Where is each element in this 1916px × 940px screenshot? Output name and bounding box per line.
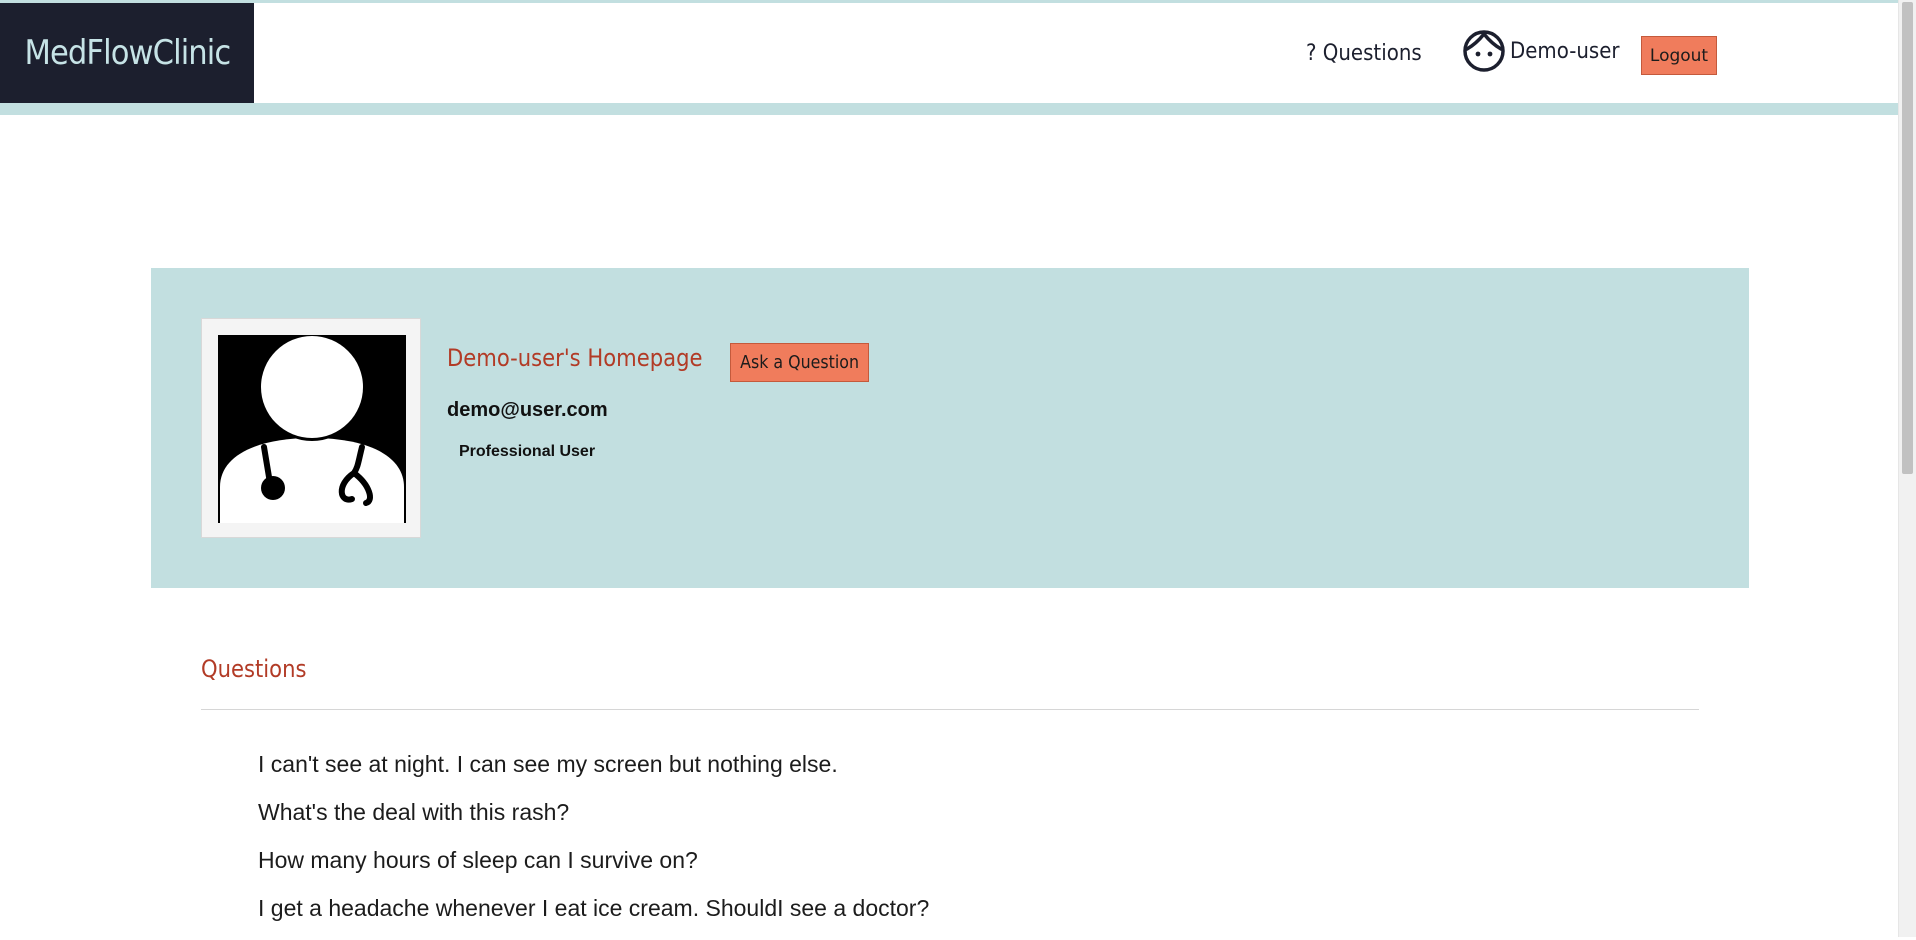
question-list: I can't see at night. I can see my scree… bbox=[258, 748, 929, 940]
ask-question-label: Ask a Question bbox=[740, 352, 859, 373]
nav-user-name: Demo-user bbox=[1510, 38, 1620, 64]
profile-role: Professional User bbox=[459, 443, 596, 460]
brand-logo-link[interactable]: MedFlowClinic bbox=[0, 3, 254, 103]
nav-questions-link[interactable]: ? Questions bbox=[1306, 41, 1422, 66]
doctor-avatar-icon bbox=[218, 335, 406, 523]
question-item[interactable]: I get a headache whenever I eat ice crea… bbox=[258, 892, 929, 940]
question-item[interactable]: I can't see at night. I can see my scree… bbox=[258, 748, 929, 796]
brand-name: MedFlowClinic bbox=[24, 33, 231, 73]
avatar bbox=[201, 318, 421, 538]
question-item[interactable]: What's the deal with this rash? bbox=[258, 796, 929, 844]
nav-divider-stripe bbox=[0, 103, 1898, 115]
profile-title: Demo-user's Homepage bbox=[447, 344, 703, 372]
question-item[interactable]: How many hours of sleep can I survive on… bbox=[258, 844, 929, 892]
profile-email: demo@user.com bbox=[447, 399, 608, 421]
ask-question-button[interactable]: Ask a Question bbox=[730, 343, 869, 382]
logout-button[interactable]: Logout bbox=[1641, 36, 1717, 75]
vertical-scrollbar[interactable] bbox=[1898, 0, 1916, 937]
nav-user-link[interactable]: Demo-user bbox=[1462, 29, 1632, 73]
top-navbar: MedFlowClinic ? Questions Demo-user Logo… bbox=[0, 3, 1898, 103]
user-face-icon bbox=[1462, 29, 1506, 73]
page: MedFlowClinic ? Questions Demo-user Logo… bbox=[0, 0, 1898, 937]
questions-heading: Questions bbox=[201, 655, 307, 683]
scrollbar-thumb[interactable] bbox=[1902, 2, 1913, 474]
profile-card: Demo-user's Homepage Ask a Question demo… bbox=[151, 268, 1749, 588]
questions-divider bbox=[201, 709, 1699, 710]
